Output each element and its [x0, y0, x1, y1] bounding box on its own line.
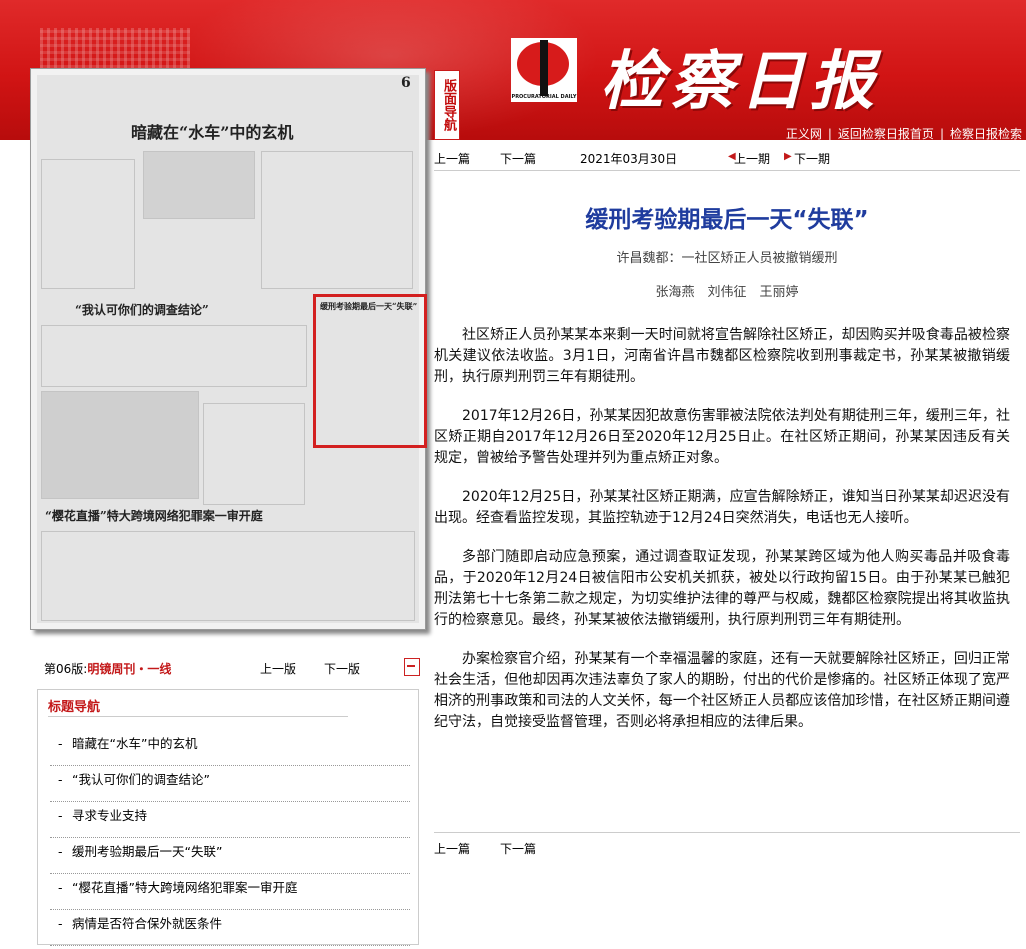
paragraph: 2017年12月26日，孙某某因犯故意伤害罪被法院依法判处有期徒刑三年，缓刑三年… — [434, 408, 1010, 466]
next-article-link-bottom[interactable]: 下一篇 — [500, 840, 536, 857]
page-number-label: 第06版: — [44, 662, 88, 676]
thumb-article-block[interactable] — [41, 531, 415, 621]
pdf-icon[interactable] — [404, 658, 420, 676]
next-issue-link[interactable]: 下一期 — [794, 150, 830, 167]
masthead-title: 检察日报 — [600, 44, 880, 119]
newspaper-logo[interactable]: PROCURATORIAL DAILY — [511, 38, 577, 102]
title-nav-heading: 标题导航 — [48, 700, 101, 715]
paragraph: 办案检察官介绍，孙某某有一个幸福温馨的家庭，还有一天就要解除社区矫正，回归正常社… — [434, 651, 1010, 730]
thumb-article-block[interactable] — [261, 151, 413, 289]
link-search[interactable]: 检察日报检索 — [950, 127, 1022, 140]
next-article-link[interactable]: 下一篇 — [500, 150, 536, 167]
toc-link[interactable]: 病情是否符合保外就医条件 — [72, 916, 222, 931]
separator: | — [827, 127, 832, 140]
prev-page-link[interactable]: 上一版 — [260, 660, 296, 677]
toc-item[interactable]: 病情是否符合保外就医条件 — [50, 910, 410, 946]
link-home[interactable]: 返回检察日报首页 — [838, 127, 934, 140]
paragraph: 社区矫正人员孙某某本来剩一天时间就将宣告解除社区矫正，却因购买并吸食毒品被检察机… — [434, 327, 1010, 385]
link-zhengyi[interactable]: 正义网 — [786, 127, 822, 140]
thumb-headline: 暗藏在“水车”中的玄机 — [131, 123, 294, 142]
logo-bar-icon — [540, 40, 548, 96]
thumb-article-block[interactable] — [41, 159, 135, 289]
thumb-headline: “樱花直播”特大跨境网络犯罪案一审开庭 — [45, 509, 263, 523]
article-title: 缓刑考验期最后一天“失联” — [585, 207, 869, 233]
thumb-article-block[interactable] — [203, 403, 305, 505]
toc-link[interactable]: 暗藏在“水车”中的玄机 — [72, 736, 197, 751]
thumb-headline: “我认可你们的调查结论” — [75, 303, 209, 317]
toc-link[interactable]: “我认可你们的调查结论” — [72, 772, 210, 787]
thumb-photo — [143, 151, 255, 219]
paragraph: 多部门随即启动应急预案，通过调查取证发现，孙某某跨区域为他人购买毒品并吸食毒品，… — [434, 549, 1010, 628]
divider — [434, 170, 1020, 171]
thumb-page-number: 6 — [401, 75, 411, 91]
thumb-box-title: 缓刑考验期最后一天“失联” — [320, 301, 418, 311]
article-body: 社区矫正人员孙某某本来剩一天时间就将宣告解除社区矫正，却因购买并吸食毒品被检察机… — [434, 325, 1010, 751]
paragraph: 2020年12月25日，孙某某社区矫正期满，应宣告解除矫正，谁知当日孙某某却迟迟… — [434, 489, 1010, 526]
page-name[interactable]: 明镜周刊・一线 — [87, 662, 171, 676]
toc-link[interactable]: 寻求专业支持 — [72, 808, 147, 823]
title-nav-list: 暗藏在“水车”中的玄机 “我认可你们的调查结论” 寻求专业支持 缓刑考验期最后一… — [50, 730, 410, 946]
toc-item[interactable]: “我认可你们的调查结论” — [50, 766, 410, 802]
toc-item[interactable]: 寻求专业支持 — [50, 802, 410, 838]
toc-item[interactable]: 暗藏在“水车”中的玄机 — [50, 730, 410, 766]
prev-issue-link[interactable]: 上一期 — [734, 150, 770, 167]
decorative-pixel-pattern — [40, 28, 190, 68]
toc-link[interactable]: “樱花直播”特大跨境网络犯罪案一审开庭 — [72, 880, 297, 895]
logo-caption: PROCURATORIAL DAILY — [511, 94, 577, 100]
thumb-highlighted-article[interactable]: 缓刑考验期最后一天“失联” — [313, 294, 427, 448]
toc-item[interactable]: 缓刑考验期最后一天“失联” — [50, 838, 410, 874]
top-links: 正义网 | 返回检察日报首页 | 检察日报检索 — [786, 125, 1022, 140]
page-nav-label[interactable]: 版面导航 — [434, 70, 460, 140]
issue-date: 2021年03月30日 — [580, 152, 678, 166]
arrow-right-icon: ▶ — [784, 151, 792, 162]
divider — [434, 832, 1020, 833]
toc-link[interactable]: 缓刑考验期最后一天“失联” — [72, 844, 222, 859]
newspaper-page-thumbnail[interactable]: 暗藏在“水车”中的玄机 “我认可你们的调查结论” “樱花直播”特大跨境网络犯罪案… — [30, 68, 427, 630]
thumb-photo — [41, 391, 199, 499]
toc-item[interactable]: “樱花直播”特大跨境网络犯罪案一审开庭 — [50, 874, 410, 910]
thumb-article-block[interactable] — [41, 325, 307, 387]
article-subtitle: 许昌魏都：一社区矫正人员被撤销缓刑 — [616, 251, 838, 266]
next-page-link[interactable]: 下一版 — [324, 660, 360, 677]
prev-article-link[interactable]: 上一篇 — [434, 150, 470, 167]
divider — [48, 716, 348, 717]
separator: | — [939, 127, 944, 140]
page-label: 第06版:明镜周刊・一线 — [44, 660, 171, 677]
prev-article-link-bottom[interactable]: 上一篇 — [434, 840, 470, 857]
title-nav-box: 标题导航 暗藏在“水车”中的玄机 “我认可你们的调查结论” 寻求专业支持 缓刑考… — [37, 689, 419, 946]
article-authors: 张海燕 刘伟征 王丽婷 — [655, 285, 799, 300]
